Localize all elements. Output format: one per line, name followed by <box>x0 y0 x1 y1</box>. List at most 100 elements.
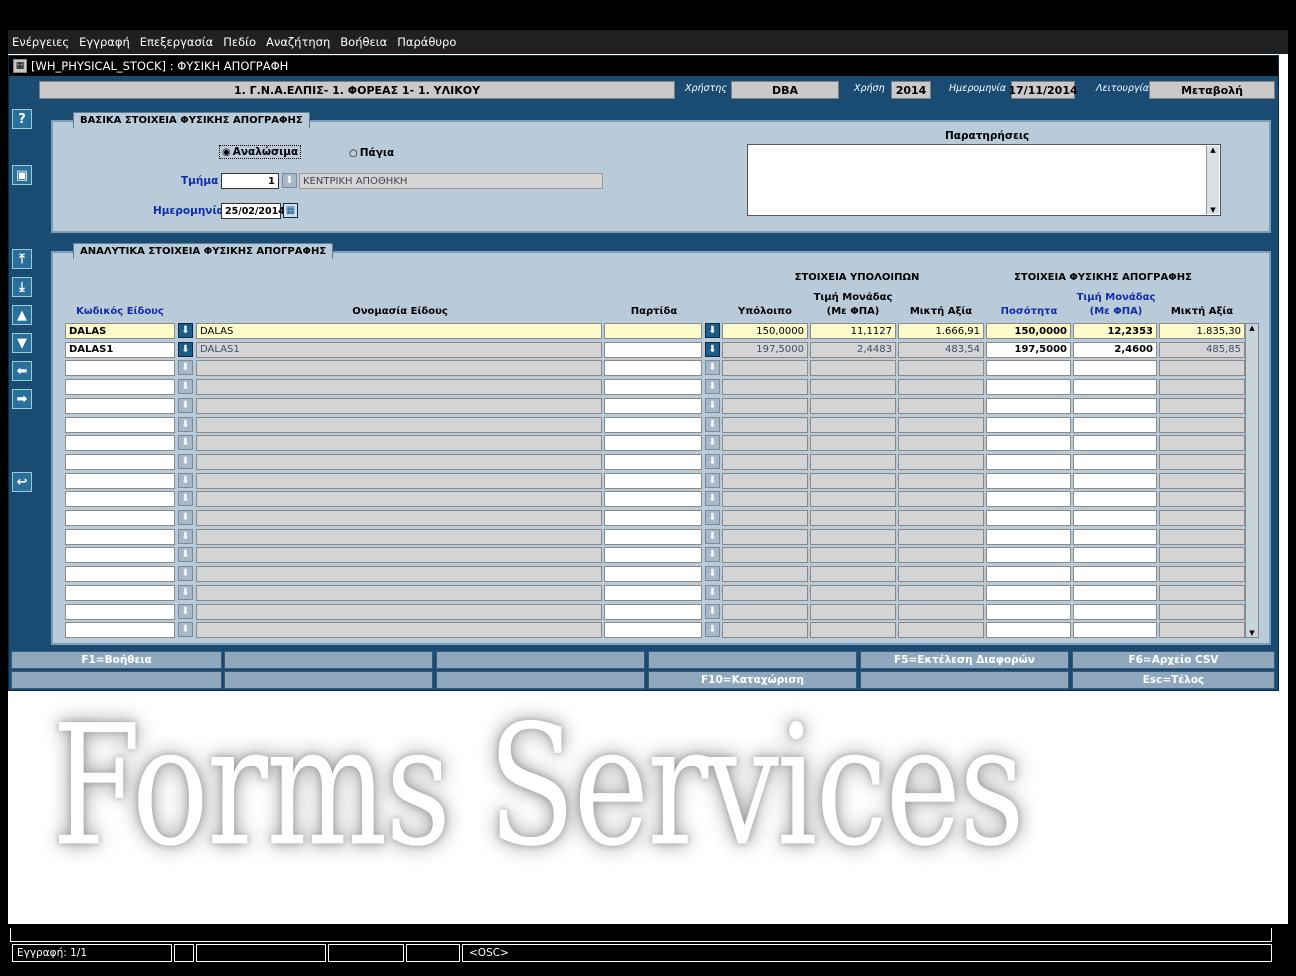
cell-code[interactable]: DALAS <box>65 323 175 339</box>
row-lov-button[interactable]: ⬇ <box>178 491 193 507</box>
cell-price2[interactable] <box>1073 360 1157 377</box>
cell-batch[interactable] <box>604 566 702 583</box>
cell-qty[interactable] <box>986 528 1071 545</box>
row-lov-button[interactable]: ⬇ <box>178 566 193 582</box>
prev-block-button[interactable]: ⬅ <box>12 361 32 381</box>
cell-price2[interactable] <box>1073 491 1157 508</box>
menu-item[interactable]: Βοήθεια <box>340 35 387 49</box>
cell-batch[interactable] <box>604 584 702 601</box>
row-lov-button[interactable]: ⬇ <box>705 416 720 432</box>
cell-qty[interactable] <box>986 510 1071 526</box>
cell-batch[interactable] <box>604 341 702 358</box>
row-lov-button[interactable]: ⬇ <box>705 547 720 563</box>
scroll-up-icon[interactable]: ▲ <box>1207 146 1219 154</box>
cell-price2[interactable] <box>1073 566 1157 583</box>
cell-batch[interactable] <box>604 397 702 414</box>
row-lov-button[interactable]: ⬇ <box>178 360 193 376</box>
cell-qty[interactable] <box>986 453 1071 470</box>
menu-item[interactable]: Εγγραφή <box>79 35 130 49</box>
cell-qty[interactable] <box>986 397 1071 414</box>
dept-code-input[interactable]: 1 <box>221 173 279 189</box>
cell-code[interactable] <box>65 510 175 526</box>
row-lov-button[interactable]: ⬇ <box>178 397 193 413</box>
scroll-down-icon[interactable]: ▼ <box>1207 206 1219 214</box>
cell-batch[interactable] <box>604 453 702 470</box>
cell-batch[interactable] <box>604 528 702 545</box>
next-record-button[interactable]: ▼ <box>12 333 32 353</box>
cell-code[interactable]: DALAS1 <box>65 341 175 358</box>
cell-code[interactable] <box>65 584 175 601</box>
cell-price2[interactable] <box>1073 547 1157 564</box>
row-lov-button[interactable]: ⬇ <box>178 584 193 600</box>
f6-csv-button[interactable]: F6=Αρχείο CSV <box>1072 651 1275 669</box>
cell-batch[interactable] <box>604 323 702 339</box>
row-lov-button[interactable]: ⬇ <box>178 341 193 357</box>
grid-scroll-up-icon[interactable]: ▲ <box>1246 324 1258 332</box>
help-button[interactable]: ? <box>12 109 32 129</box>
row-lov-button[interactable]: ⬇ <box>705 622 720 638</box>
cell-code[interactable] <box>65 472 175 489</box>
cell-batch[interactable] <box>604 622 702 639</box>
cell-qty[interactable] <box>986 360 1071 377</box>
cell-code[interactable] <box>65 435 175 452</box>
cell-qty[interactable] <box>986 491 1071 508</box>
next-block-button[interactable]: ➡ <box>12 389 32 409</box>
dept-lov-button[interactable]: ⬇ <box>282 173 297 188</box>
cell-code[interactable] <box>65 603 175 620</box>
cell-code[interactable] <box>65 566 175 583</box>
cell-price2[interactable] <box>1073 416 1157 433</box>
row-lov-button[interactable]: ⬇ <box>705 528 720 544</box>
cell-price2[interactable]: 12,2353 <box>1073 323 1157 339</box>
cell-batch[interactable] <box>604 472 702 489</box>
row-lov-button[interactable]: ⬇ <box>705 341 720 357</box>
cell-batch[interactable] <box>604 547 702 564</box>
row-lov-button[interactable]: ⬇ <box>705 491 720 507</box>
row-lov-button[interactable]: ⬇ <box>705 603 720 619</box>
cell-price2[interactable] <box>1073 472 1157 489</box>
cell-batch[interactable] <box>604 435 702 452</box>
prev-record-button[interactable]: ▲ <box>12 305 32 325</box>
cell-code[interactable] <box>65 453 175 470</box>
cell-code[interactable] <box>65 547 175 564</box>
row-lov-button[interactable]: ⬇ <box>178 547 193 563</box>
cell-code[interactable] <box>65 397 175 414</box>
row-lov-button[interactable]: ⬇ <box>705 453 720 469</box>
cell-price2[interactable] <box>1073 453 1157 470</box>
row-lov-button[interactable]: ⬇ <box>178 528 193 544</box>
row-lov-button[interactable]: ⬇ <box>178 416 193 432</box>
save-button[interactable]: ▣ <box>12 165 32 185</box>
row-lov-button[interactable]: ⬇ <box>178 622 193 638</box>
row-lov-button[interactable]: ⬇ <box>705 379 720 395</box>
f5-execute-differences-button[interactable]: F5=Εκτέλεση Διαφορών <box>860 651 1069 669</box>
menu-item[interactable]: Ενέργειες <box>12 35 69 49</box>
cell-price2[interactable] <box>1073 510 1157 526</box>
menu-item[interactable]: Επεξεργασία <box>140 35 213 49</box>
row-lov-button[interactable]: ⬇ <box>178 453 193 469</box>
cell-qty[interactable] <box>986 547 1071 564</box>
row-lov-button[interactable]: ⬇ <box>178 603 193 619</box>
row-lov-button[interactable]: ⬇ <box>178 510 193 525</box>
cell-code[interactable] <box>65 622 175 639</box>
notes-scrollbar[interactable]: ▲ ▼ <box>1206 146 1219 214</box>
row-lov-button[interactable]: ⬇ <box>705 510 720 525</box>
cell-price2[interactable]: 2,4600 <box>1073 341 1157 358</box>
cell-price2[interactable] <box>1073 584 1157 601</box>
cell-code[interactable] <box>65 528 175 545</box>
cell-code[interactable] <box>65 379 175 396</box>
grid-scroll-down-icon[interactable]: ▼ <box>1246 629 1258 637</box>
exit-button[interactable]: ↩ <box>12 472 32 492</box>
menu-item[interactable]: Αναζήτηση <box>266 35 330 49</box>
cell-price2[interactable] <box>1073 379 1157 396</box>
cell-qty[interactable] <box>986 603 1071 620</box>
row-lov-button[interactable]: ⬇ <box>178 379 193 395</box>
cell-qty[interactable] <box>986 622 1071 639</box>
menu-item[interactable]: Πεδίο <box>223 35 256 49</box>
calendar-button[interactable]: ▦ <box>283 203 298 218</box>
radio-consumables[interactable]: ◉ Αναλώσιμα <box>219 145 302 159</box>
cell-batch[interactable] <box>604 510 702 526</box>
cell-batch[interactable] <box>604 603 702 620</box>
cell-qty[interactable] <box>986 435 1071 452</box>
cell-qty[interactable] <box>986 472 1071 489</box>
cell-batch[interactable] <box>604 379 702 396</box>
cell-price2[interactable] <box>1073 528 1157 545</box>
